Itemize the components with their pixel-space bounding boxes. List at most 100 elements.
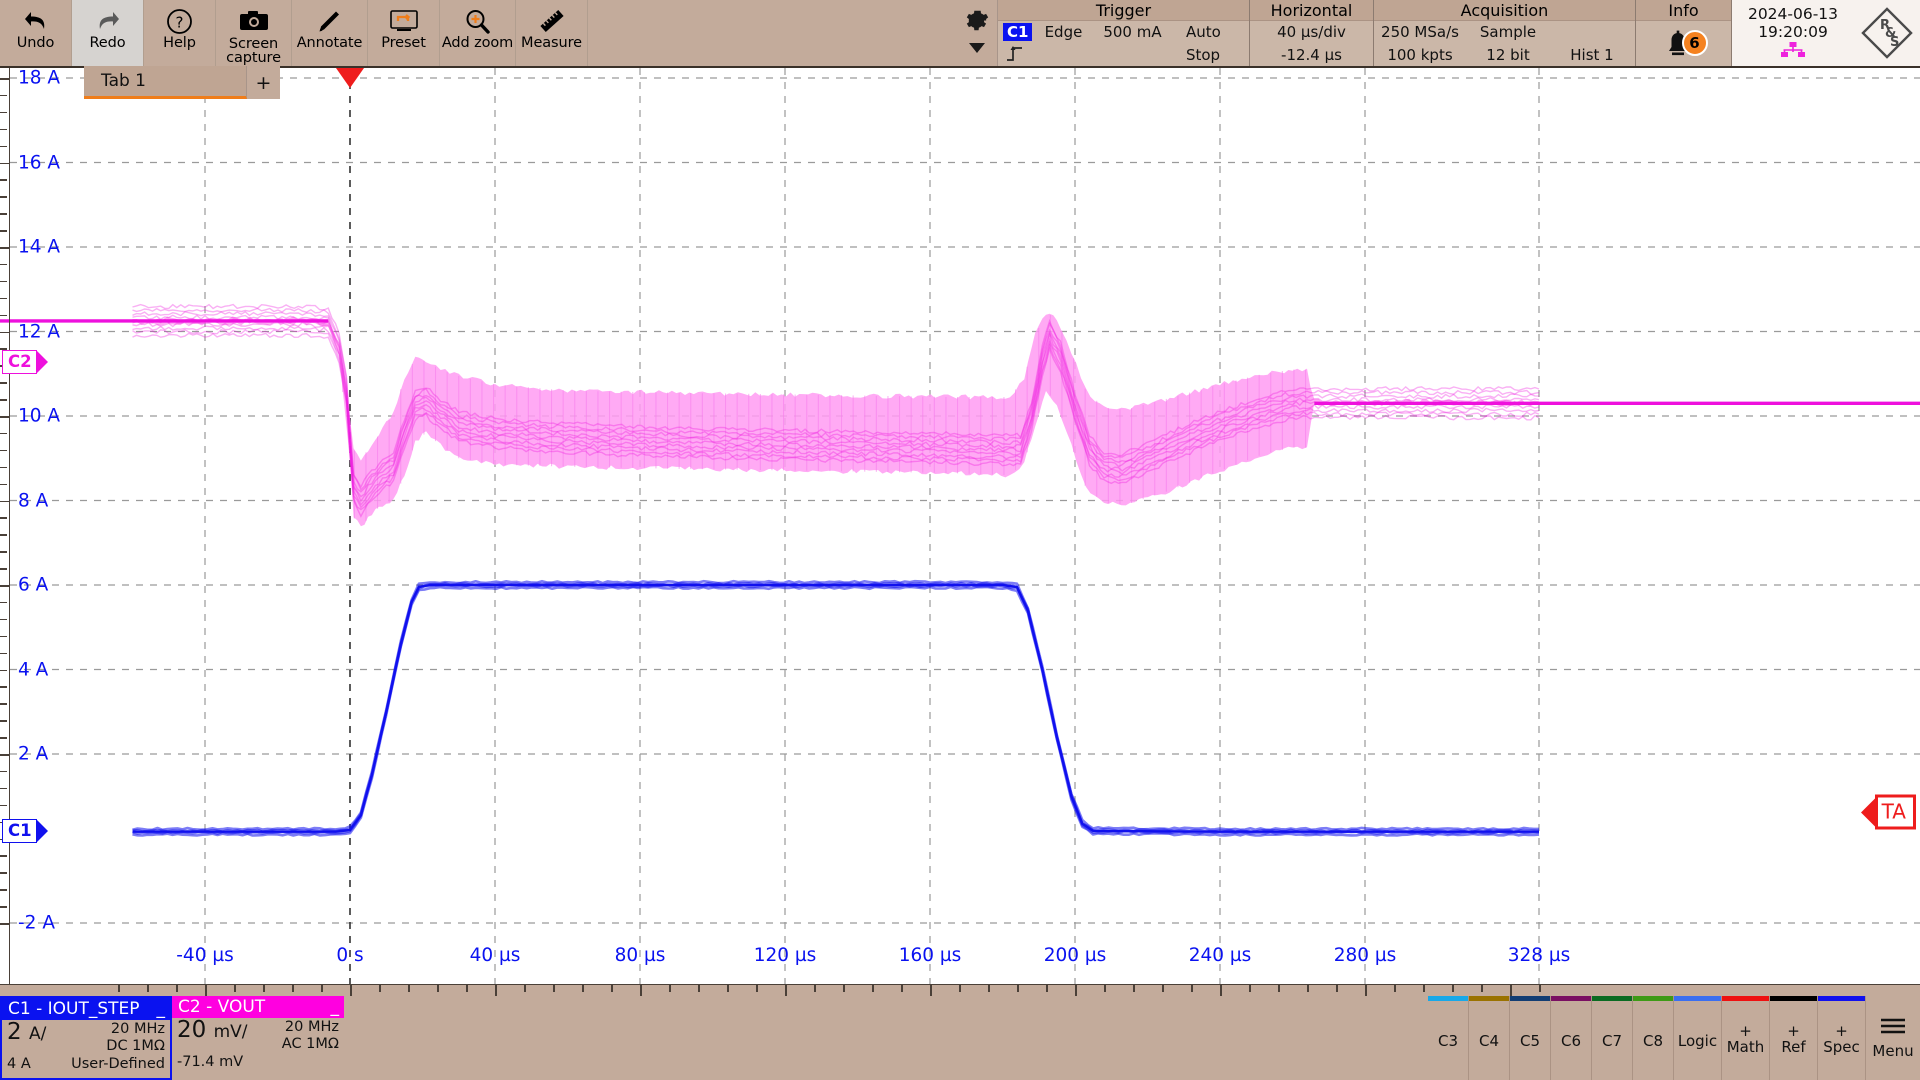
annotate-button[interactable]: Annotate — [292, 0, 368, 66]
channel-card-c1[interactable]: C1 - IOUT_STEP _ 2 A/ 20 MHz DC 1MΩ 4 A … — [0, 996, 172, 1080]
waveform-plot-area[interactable]: 18 A16 A14 A12 A10 A8 A6 A4 A2 A-2 A -40… — [0, 66, 1920, 996]
pencil-icon — [317, 5, 343, 37]
undo-button[interactable]: Undo — [0, 0, 72, 66]
channel-button-c6[interactable]: C6 — [1551, 996, 1592, 1080]
x-axis-tick — [1017, 985, 1019, 992]
add-tab-button[interactable]: + — [247, 66, 280, 99]
c2-minimize-icon[interactable]: _ — [331, 1002, 340, 1012]
screen-capture-button[interactable]: Screen capture — [216, 0, 292, 66]
x-axis-tick — [727, 985, 729, 992]
channel-button-color-bar — [1770, 996, 1817, 1001]
acquisition-row-2: 100 kpts 12 bit Hist 1 — [1374, 44, 1635, 67]
x-axis-tick — [611, 985, 613, 992]
trigger-row-2: Stop — [998, 44, 1249, 67]
x-axis-ruler[interactable] — [0, 984, 1920, 996]
y-axis-tick — [0, 619, 7, 621]
redo-label: Redo — [89, 37, 125, 51]
c1-row-2: 4 A User-Defined — [7, 1056, 165, 1072]
camera-icon — [239, 5, 269, 37]
y-axis-tick — [0, 872, 7, 874]
c1-minimize-icon[interactable]: _ — [157, 1004, 166, 1014]
trigger-status-group[interactable]: Trigger C1 Edge 500 mA Auto Stop — [998, 0, 1250, 66]
redo-button[interactable]: Redo — [72, 0, 144, 66]
notification-bell-icon[interactable]: 6 — [1661, 27, 1707, 61]
y-axis-tick-label: 4 A — [18, 659, 48, 680]
channel-button-c8[interactable]: C8 — [1633, 996, 1674, 1080]
x-axis-tick — [292, 985, 294, 992]
trigger-level-marker[interactable]: TA — [1861, 795, 1916, 830]
time-label: 19:20:09 — [1758, 23, 1828, 41]
y-axis-tick — [0, 653, 7, 655]
preset-button[interactable]: Preset — [368, 0, 440, 66]
y-axis-tick — [0, 416, 10, 418]
channel-button-color-bar — [1592, 996, 1632, 1001]
channel-button-c4[interactable]: C4 — [1469, 996, 1510, 1080]
info-status-group[interactable]: Info 6 — [1636, 0, 1732, 66]
channel-button-c7[interactable]: C7 — [1592, 996, 1633, 1080]
channel-button-logic[interactable]: Logic — [1674, 996, 1722, 1080]
y-axis-tick — [0, 805, 7, 807]
channel-button-label: Logic — [1678, 1032, 1717, 1050]
y-axis-tick-label: 10 A — [18, 406, 60, 427]
c2-body: 20 mV/ 20 MHz AC 1MΩ -71.4 mV — [172, 1018, 344, 1080]
acquisition-title: Acquisition — [1374, 0, 1635, 21]
channel-button-label: C7 — [1602, 1032, 1622, 1050]
chevron-down-icon[interactable] — [967, 39, 987, 58]
x-axis-tick — [1104, 985, 1106, 992]
toolbar-spacer — [588, 0, 956, 66]
c2-marker-label: C2 — [2, 350, 37, 374]
channel-1-offset-marker[interactable]: C1 — [2, 819, 48, 843]
add-zoom-button[interactable]: Add zoom — [440, 0, 516, 66]
channel-button-c3[interactable]: C3 — [1428, 996, 1469, 1080]
add-tab-label: + — [256, 72, 272, 94]
info-body: 6 — [1636, 21, 1731, 66]
help-button[interactable]: ? Help — [144, 0, 216, 66]
y-axis-tick — [0, 129, 7, 131]
x-axis-tick — [582, 985, 584, 992]
acquisition-status-group[interactable]: Acquisition 250 MSa/s Sample 100 kpts 12… — [1374, 0, 1636, 66]
horizontal-status-group[interactable]: Horizontal 40 µs/div -12.4 µs — [1250, 0, 1374, 66]
channel-button-spec[interactable]: +Spec — [1818, 996, 1866, 1080]
acquisition-rows: 250 MSa/s Sample 100 kpts 12 bit Hist 1 — [1374, 21, 1635, 66]
waveform-canvas — [0, 68, 1920, 998]
rohde-schwarz-logo: R & S — [1854, 0, 1920, 66]
channel-2-offset-marker[interactable]: C2 — [2, 350, 48, 374]
y-axis-ruler[interactable] — [0, 68, 10, 996]
edge-trigger-icon — [998, 44, 1032, 66]
y-axis-tick — [0, 315, 7, 317]
channel-button-c5[interactable]: C5 — [1510, 996, 1551, 1080]
measure-button[interactable]: Measure — [516, 0, 588, 66]
x-axis-tick-label: 40 µs — [470, 945, 521, 966]
channel-button-color-bar — [1469, 996, 1509, 1001]
annotate-label: Annotate — [297, 37, 363, 51]
screen-capture-label: Screen capture — [216, 38, 291, 65]
x-axis-tick — [901, 985, 903, 992]
trigger-position-marker[interactable] — [336, 68, 364, 88]
x-axis-tick — [321, 985, 323, 992]
svg-text:?: ? — [176, 13, 184, 31]
datetime-display[interactable]: 2024-06-13 19:20:09 — [1732, 0, 1854, 66]
trigger-source-badge[interactable]: C1 — [1003, 23, 1032, 41]
x-axis-tick — [756, 985, 758, 992]
network-icon — [1780, 42, 1806, 61]
x-axis-tick — [930, 985, 932, 996]
c2-scale: 20 mV/ — [177, 1019, 248, 1044]
x-axis-tick — [234, 985, 236, 992]
channel-button-color-bar — [1510, 996, 1550, 1001]
x-axis-tick — [1394, 985, 1396, 992]
y-axis-tick — [0, 196, 7, 198]
gear-icon[interactable] — [964, 8, 989, 37]
tab-1[interactable]: Tab 1 — [84, 66, 247, 99]
menu-button[interactable]: Menu — [1866, 996, 1920, 1080]
hamburger-icon — [1878, 1016, 1908, 1040]
channel-button-math[interactable]: +Math — [1722, 996, 1770, 1080]
channel-card-c2[interactable]: C2 - VOUT _ 20 mV/ 20 MHz AC 1MΩ -71.4 m… — [172, 996, 344, 1080]
channel-button-color-bar — [1633, 996, 1673, 1001]
y-axis-tick — [0, 146, 7, 148]
channel-button-ref[interactable]: +Ref — [1770, 996, 1818, 1080]
y-axis-tick — [0, 467, 7, 469]
x-axis-tick — [263, 985, 265, 992]
preset-label: Preset — [381, 37, 426, 51]
y-axis-tick — [0, 551, 7, 553]
y-axis-tick — [0, 484, 7, 486]
